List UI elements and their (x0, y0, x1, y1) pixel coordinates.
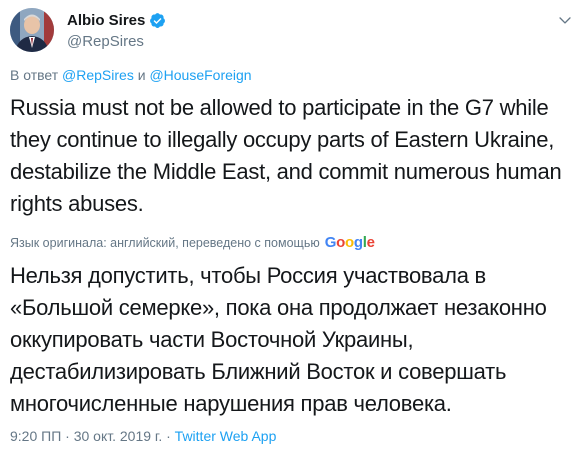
meta-separator: · (61, 428, 74, 444)
user-info: Albio Sires @RepSires (67, 11, 166, 51)
meta-separator: · (162, 428, 175, 444)
tweet-header: Albio Sires @RepSires (10, 8, 577, 52)
google-logo[interactable]: Google (325, 234, 375, 252)
reply-prefix: В ответ (10, 67, 59, 83)
tweet-meta: 9:20 ПП · 30 окт. 2019 г. · Twitter Web … (10, 427, 276, 445)
reply-context: В ответ @RepSires и @HouseForeign (10, 66, 252, 84)
google-logo-letter: g (353, 234, 363, 251)
more-options-icon[interactable] (553, 8, 577, 32)
google-logo-letter: o (336, 234, 345, 251)
tweet-text: Russia must not be allowed to participat… (10, 95, 562, 216)
translated-text: Нельзя допустить, чтобы Россия участвова… (10, 263, 547, 416)
display-name[interactable]: Albio Sires (67, 11, 145, 30)
user-handle[interactable]: @RepSires (67, 32, 166, 51)
avatar-photo (10, 8, 54, 52)
mention-link[interactable]: @HouseForeign (149, 67, 251, 83)
translation-note-text: Язык оригинала: английский, переведено с… (10, 236, 320, 250)
avatar[interactable] (10, 8, 54, 52)
tweet-source-link[interactable]: Twitter Web App (175, 428, 277, 444)
google-logo-letter: G (324, 234, 337, 251)
google-logo-letter: e (366, 234, 375, 251)
verified-badge-icon (149, 12, 166, 29)
mention-link[interactable]: @RepSires (62, 67, 134, 83)
translation-note: Язык оригинала: английский, переведено с… (10, 234, 375, 252)
tweet-date[interactable]: 30 окт. 2019 г. (74, 428, 163, 444)
reply-conjunction: и (137, 67, 146, 83)
google-logo-letter: o (344, 234, 354, 251)
tweet-time[interactable]: 9:20 ПП (10, 428, 61, 444)
